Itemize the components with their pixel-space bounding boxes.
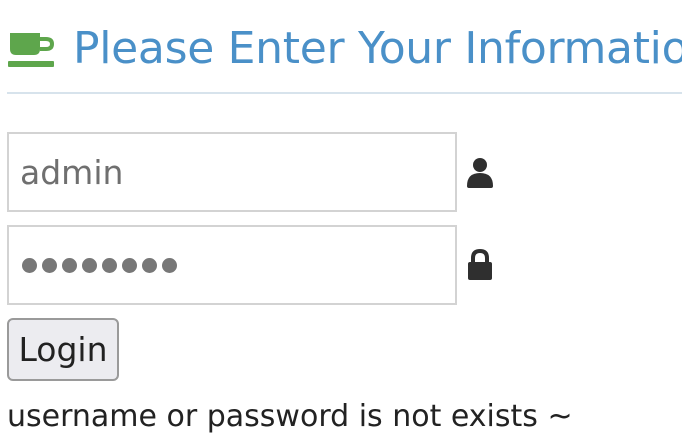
password-dot [162, 257, 177, 273]
password-dot [82, 257, 97, 273]
page-title: Please Enter Your Information [73, 23, 682, 74]
password-dot [42, 257, 57, 273]
password-dot [142, 257, 157, 273]
error-message: username or password is not exists ~ [7, 399, 573, 434]
password-dot [22, 257, 37, 273]
lock-icon [468, 249, 492, 280]
header-divider [7, 92, 682, 94]
password-dot [102, 257, 117, 273]
username-value: admin [20, 152, 124, 192]
user-icon [467, 158, 493, 188]
coffee-cup-icon [8, 33, 54, 67]
password-input[interactable] [7, 225, 457, 305]
password-masked-value [20, 257, 177, 273]
password-dot [122, 257, 137, 273]
page-header: Please Enter Your Information [0, 0, 682, 94]
username-input[interactable]: admin [7, 132, 457, 212]
login-button[interactable]: Login [7, 318, 119, 381]
password-dot [62, 257, 77, 273]
login-page: Please Enter Your Information admin Logi… [0, 0, 682, 448]
